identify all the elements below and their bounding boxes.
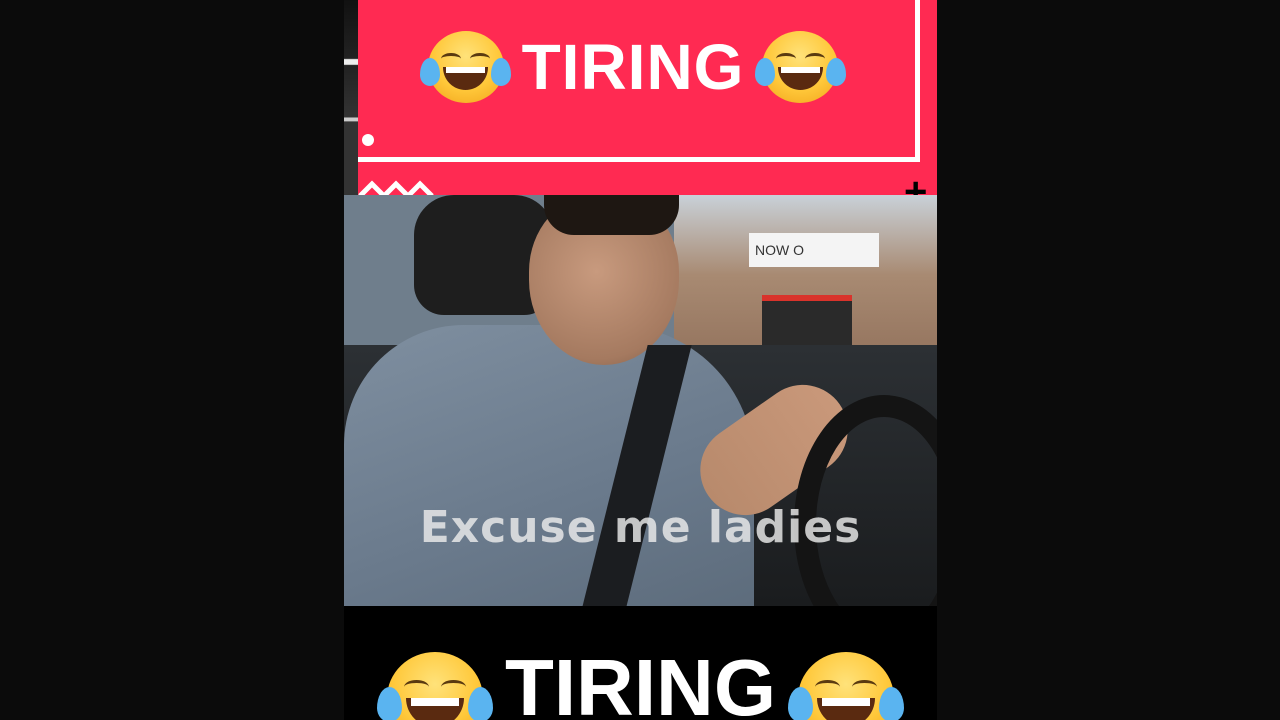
banner-title: TIRING xyxy=(358,22,908,112)
tears-of-joy-emoji-icon xyxy=(377,652,493,720)
banner-title-text: TIRING xyxy=(521,31,745,103)
person-torso xyxy=(344,325,754,606)
bottom-title: TIRING xyxy=(344,640,937,720)
top-banner: TIRING xyxy=(358,0,937,195)
video-caption: Excuse me ladies xyxy=(419,502,862,553)
tears-of-joy-emoji-icon xyxy=(419,31,512,103)
tears-of-joy-emoji-icon xyxy=(754,31,847,103)
video-content: NOW O Excuse me ladies xyxy=(344,195,937,606)
video-frame[interactable]: TIRING + NOW O Excuse me ladies TIRING xyxy=(344,0,937,720)
store-sign: NOW O xyxy=(749,233,879,267)
banner-dot xyxy=(362,134,374,146)
bottom-title-text: TIRING xyxy=(504,643,777,720)
person-hair xyxy=(544,195,679,235)
tears-of-joy-emoji-icon xyxy=(788,652,904,720)
left-edge-artifact xyxy=(344,0,358,195)
stage: TIRING + NOW O Excuse me ladies TIRING xyxy=(0,0,1280,720)
